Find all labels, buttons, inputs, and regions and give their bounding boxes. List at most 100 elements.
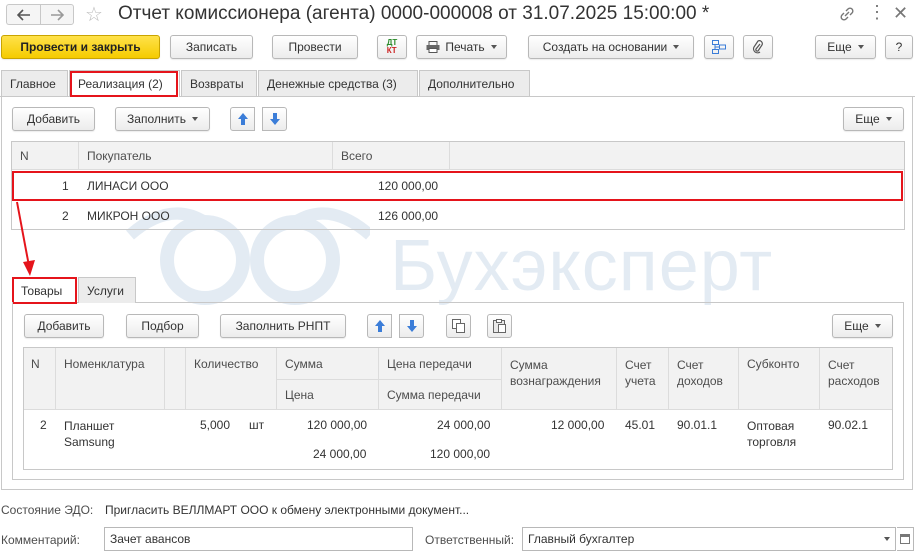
comment-label: Комментарий: xyxy=(1,533,80,547)
structure-icon xyxy=(712,40,726,54)
tab-money-label: Денежные средства (3) xyxy=(267,76,397,91)
paste-button[interactable] xyxy=(487,314,512,338)
goods-more-button[interactable]: Еще xyxy=(832,314,893,338)
chevron-down-icon xyxy=(884,537,890,541)
attach-button[interactable] xyxy=(743,35,773,59)
link-icon[interactable] xyxy=(838,5,858,25)
tab-additional[interactable]: Дополнительно xyxy=(419,70,530,96)
save-button[interactable]: Записать xyxy=(170,35,253,59)
help-button[interactable]: ? xyxy=(885,35,913,59)
goods-row-item: Планшет Samsung xyxy=(64,419,115,449)
post-button[interactable]: Провести xyxy=(272,35,358,59)
open-window-icon xyxy=(900,534,910,544)
comment-value: Зачет авансов xyxy=(110,532,191,546)
goods-col-sum[interactable]: Сумма xyxy=(285,357,323,371)
goods-col-qty[interactable]: Количество xyxy=(194,357,258,371)
tab-money[interactable]: Денежные средства (3) xyxy=(258,70,418,96)
arrow-down-icon xyxy=(269,113,280,125)
printer-icon xyxy=(426,41,440,53)
goods-col-item[interactable]: Номенклатура xyxy=(64,357,145,371)
structure-button[interactable] xyxy=(704,35,734,59)
comment-field[interactable]: Зачет авансов xyxy=(104,527,413,551)
sales-more-button[interactable]: Еще xyxy=(843,107,904,131)
sales-add-button[interactable]: Добавить xyxy=(12,107,95,131)
goods-pick-button[interactable]: Подбор xyxy=(126,314,199,338)
tab-sales[interactable]: Реализация (2) xyxy=(69,70,180,97)
responsible-dropdown-button[interactable] xyxy=(879,527,896,551)
responsible-value: Главный бухгалтер xyxy=(528,532,635,546)
tab-main[interactable]: Главное xyxy=(1,70,68,96)
goods-col-sep xyxy=(164,348,165,410)
sales-fill-label: Заполнить xyxy=(127,112,186,126)
sales-fill-button[interactable]: Заполнить xyxy=(115,107,210,131)
goods-row-account: 45.01 xyxy=(625,418,656,432)
row-number: 1 xyxy=(62,179,69,193)
edo-invite-link[interactable]: Пригласить ВЕЛЛМАРТ ООО к обмену электро… xyxy=(105,503,469,517)
goods-col-subconto[interactable]: Субконто xyxy=(747,357,799,371)
move-down-button[interactable] xyxy=(262,107,287,131)
tab-returns[interactable]: Возвраты xyxy=(181,70,257,96)
sales-col-n[interactable]: N xyxy=(20,149,29,163)
more-button[interactable]: Еще xyxy=(815,35,876,59)
favorite-star-icon[interactable]: ☆ xyxy=(85,2,103,27)
goods-col-sep xyxy=(185,348,186,410)
goods-col-sep xyxy=(501,348,502,410)
goods-col-n[interactable]: N xyxy=(31,357,40,371)
table-row[interactable]: 1 ЛИНАСИ ООО 120 000,00 xyxy=(12,171,904,201)
create-based-button[interactable]: Создать на основании xyxy=(528,35,694,59)
row-number: 2 xyxy=(62,209,69,223)
goods-col-transfer-price[interactable]: Цена передачи xyxy=(387,357,472,371)
responsible-field[interactable]: Главный бухгалтер xyxy=(522,527,880,551)
goods-col-fee-sum[interactable]: Сумма вознаграждения xyxy=(510,357,614,389)
sales-col-total[interactable]: Всего xyxy=(341,149,372,163)
menu-dots-icon[interactable]: ⋮ xyxy=(868,3,886,21)
goods-more-label: Еще xyxy=(844,319,869,333)
goods-col-expense-account[interactable]: Счет расходов xyxy=(828,357,890,389)
arrow-down-icon xyxy=(406,320,417,332)
table-row[interactable]: 2 МИКРОН ООО 126 000,00 xyxy=(12,201,904,230)
subtab-services[interactable]: Услуги xyxy=(78,277,136,303)
goods-col-transfer-sum[interactable]: Сумма передачи xyxy=(387,388,481,402)
tab-additional-label: Дополнительно xyxy=(428,76,515,91)
post-and-close-button[interactable]: Провести и закрыть xyxy=(1,35,160,59)
goods-row-qty: 5,000 xyxy=(200,418,231,432)
goods-row-expense-account: 90.02.1 xyxy=(828,418,869,432)
goods-row-income-account: 90.01.1 xyxy=(677,418,718,432)
sales-col-sep xyxy=(78,142,79,170)
goods-move-down-button[interactable] xyxy=(399,314,424,338)
subtab-goods-label: Товары xyxy=(21,283,63,298)
sales-more-label: Еще xyxy=(855,112,880,126)
window-title: Отчет комиссионера (агента) 0000-000008 … xyxy=(118,3,710,24)
goods-row-sum: 120 000,00 xyxy=(307,418,368,432)
sales-col-buyer[interactable]: Покупатель xyxy=(87,149,151,163)
tab-returns-label: Возвраты xyxy=(190,76,244,91)
close-icon[interactable]: ✕ xyxy=(893,3,908,24)
dt-kt-button[interactable]: ДТ КТ xyxy=(377,35,407,59)
goods-col-account[interactable]: Счет учета xyxy=(625,357,665,389)
open-responsible-button[interactable] xyxy=(897,527,914,551)
goods-col-income-account[interactable]: Счет доходов xyxy=(677,357,737,389)
back-button[interactable] xyxy=(6,4,40,25)
goods-col-sep xyxy=(616,348,617,410)
more-label: Еще xyxy=(827,40,852,54)
table-row[interactable]: 2 Планшет Samsung 5,000 шт 120 000,00 24… xyxy=(24,411,892,469)
row-buyer: МИКРОН ООО xyxy=(87,209,170,223)
create-based-label: Создать на основании xyxy=(542,40,668,54)
subtab-services-label: Услуги xyxy=(87,283,124,298)
tab-main-label: Главное xyxy=(10,76,56,91)
goods-move-up-button[interactable] xyxy=(367,314,392,338)
goods-row-transfer-price: 24 000,00 xyxy=(437,418,491,432)
forward-button[interactable] xyxy=(40,4,74,25)
move-up-button[interactable] xyxy=(230,107,255,131)
subtab-goods[interactable]: Товары xyxy=(12,277,77,303)
goods-add-button[interactable]: Добавить xyxy=(24,314,104,338)
sales-col-sep xyxy=(449,142,450,170)
goods-row-n: 2 xyxy=(40,418,47,432)
print-button[interactable]: Печать xyxy=(416,35,507,59)
goods-col-price[interactable]: Цена xyxy=(285,388,314,402)
fill-rnpt-button[interactable]: Заполнить РНПТ xyxy=(220,314,346,338)
print-label: Печать xyxy=(445,40,485,54)
goods-col-sep xyxy=(738,348,739,410)
sales-col-sep xyxy=(332,142,333,170)
copy-button[interactable] xyxy=(446,314,471,338)
